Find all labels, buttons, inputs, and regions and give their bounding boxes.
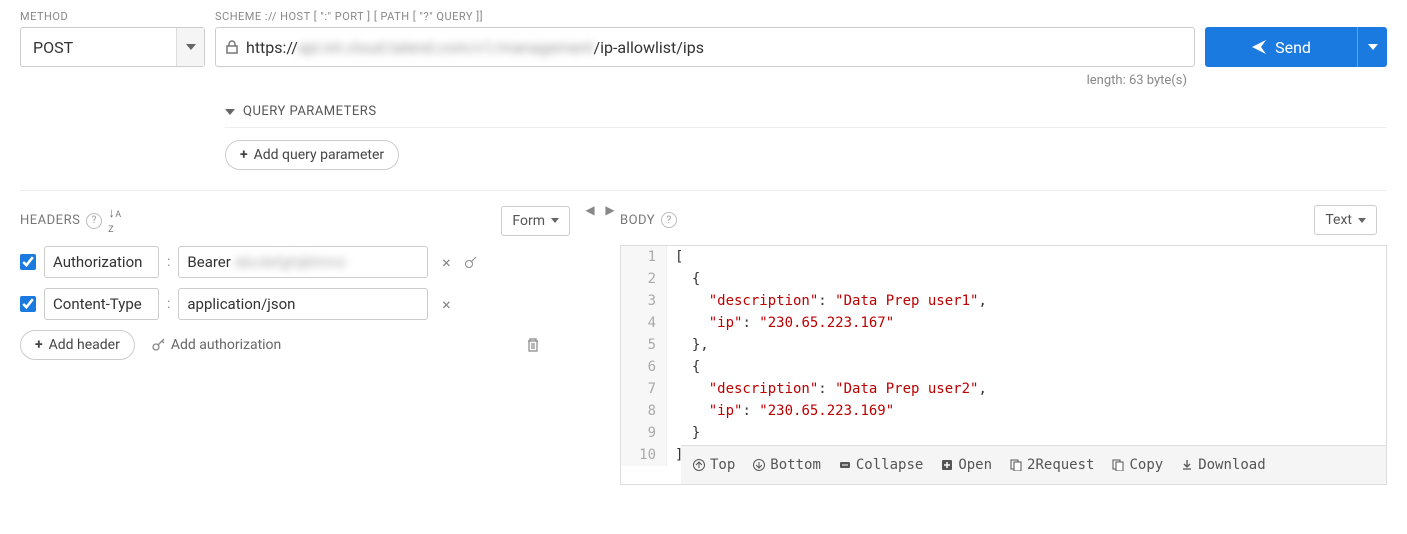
- magic-wand-icon[interactable]: [464, 255, 478, 269]
- collapse-button[interactable]: Collapse: [839, 454, 923, 476]
- colon: :: [167, 296, 170, 312]
- open-button[interactable]: Open: [941, 454, 992, 476]
- bottom-button[interactable]: Bottom: [753, 454, 821, 476]
- send-caret[interactable]: [1357, 27, 1387, 67]
- code-line: 8 "ip": "230.65.223.169": [621, 400, 1386, 422]
- method-select[interactable]: POST: [20, 27, 205, 67]
- send-button[interactable]: Send: [1205, 27, 1387, 67]
- code-line: 4 "ip": "230.65.223.167": [621, 312, 1386, 334]
- send-label: Send: [1275, 38, 1311, 57]
- copy-button[interactable]: Copy: [1112, 454, 1163, 476]
- header-value-input[interactable]: application/json: [178, 288, 428, 320]
- code-line: 5 },: [621, 334, 1386, 356]
- header-row: Content-Type: application/json ×: [20, 288, 580, 320]
- add-query-label: Add query parameter: [254, 147, 384, 163]
- header-name-input[interactable]: Authorization: [44, 246, 159, 278]
- method-value: POST: [21, 38, 176, 57]
- code-line: 2 {: [621, 268, 1386, 290]
- text-label: Text: [1325, 212, 1352, 228]
- collapse-right-icon[interactable]: ▶: [600, 191, 620, 495]
- header-value-input[interactable]: Bearer abcdefghijklmno: [178, 246, 428, 278]
- url-blurred: api.int.cloud.talend.com/v1/management: [298, 38, 594, 57]
- url-input[interactable]: https:// api.int.cloud.talend.com/v1/man…: [215, 27, 1195, 67]
- url-label: SCHEME :// HOST [ ":" PORT ] [ PATH [ "?…: [215, 10, 1195, 23]
- to-request-button[interactable]: 2Request: [1010, 454, 1094, 476]
- header-enabled-checkbox[interactable]: [20, 296, 36, 312]
- code-line: 3 "description": "Data Prep user1",: [621, 290, 1386, 312]
- headers-title: HEADERS: [20, 213, 80, 228]
- key-icon: [151, 338, 165, 352]
- add-header-label: Add header: [49, 337, 120, 353]
- collapse-left-icon[interactable]: ◀: [580, 191, 600, 495]
- url-prefix: https://: [246, 38, 298, 57]
- clear-icon[interactable]: ×: [436, 253, 456, 272]
- delete-headers-button[interactable]: [526, 337, 580, 353]
- code-line: 7 "description": "Data Prep user2",: [621, 378, 1386, 400]
- code-line: 6 {: [621, 356, 1386, 378]
- help-icon[interactable]: ?: [661, 212, 677, 228]
- send-icon: [1251, 39, 1267, 55]
- query-params-toggle[interactable]: QUERY PARAMETERS: [225, 96, 1387, 128]
- body-toolbar: Top Bottom Collapse Open: [681, 445, 1386, 484]
- body-title: BODY: [620, 213, 655, 228]
- method-label: METHOD: [20, 10, 205, 23]
- download-button[interactable]: Download: [1181, 454, 1265, 476]
- form-label: Form: [512, 213, 545, 229]
- plus-icon: +: [35, 337, 43, 353]
- add-auth-label: Add authorization: [171, 337, 281, 353]
- headers-view-select[interactable]: Form: [501, 206, 570, 236]
- code-line: 9 }: [621, 422, 1386, 444]
- help-icon[interactable]: ?: [86, 213, 102, 229]
- body-view-select[interactable]: Text: [1314, 205, 1377, 235]
- length-info: length: 63 byte(s): [20, 73, 1387, 88]
- lock-icon: [226, 40, 238, 54]
- method-caret[interactable]: [176, 28, 204, 66]
- send-spacer: [1205, 10, 1387, 23]
- header-row: Authorization: Bearer abcdefghijklmno ×: [20, 246, 580, 278]
- code-line: 1[: [621, 246, 1386, 268]
- add-header-button[interactable]: + Add header: [20, 330, 135, 360]
- colon: :: [167, 254, 170, 270]
- body-editor[interactable]: 1[2 {3 "description": "Data Prep user1",…: [620, 245, 1387, 485]
- caret-down-icon: [225, 109, 235, 115]
- clear-icon[interactable]: ×: [436, 295, 456, 314]
- header-name-input[interactable]: Content-Type: [44, 288, 159, 320]
- header-enabled-checkbox[interactable]: [20, 254, 36, 270]
- add-authorization-button[interactable]: Add authorization: [151, 337, 281, 353]
- top-button[interactable]: Top: [693, 454, 735, 476]
- add-query-param-button[interactable]: + Add query parameter: [225, 140, 399, 170]
- plus-icon: +: [240, 147, 248, 163]
- query-title: QUERY PARAMETERS: [243, 104, 377, 119]
- url-suffix: /ip-allowlist/ips: [593, 38, 704, 57]
- sort-icon[interactable]: ↓AZ: [108, 205, 121, 236]
